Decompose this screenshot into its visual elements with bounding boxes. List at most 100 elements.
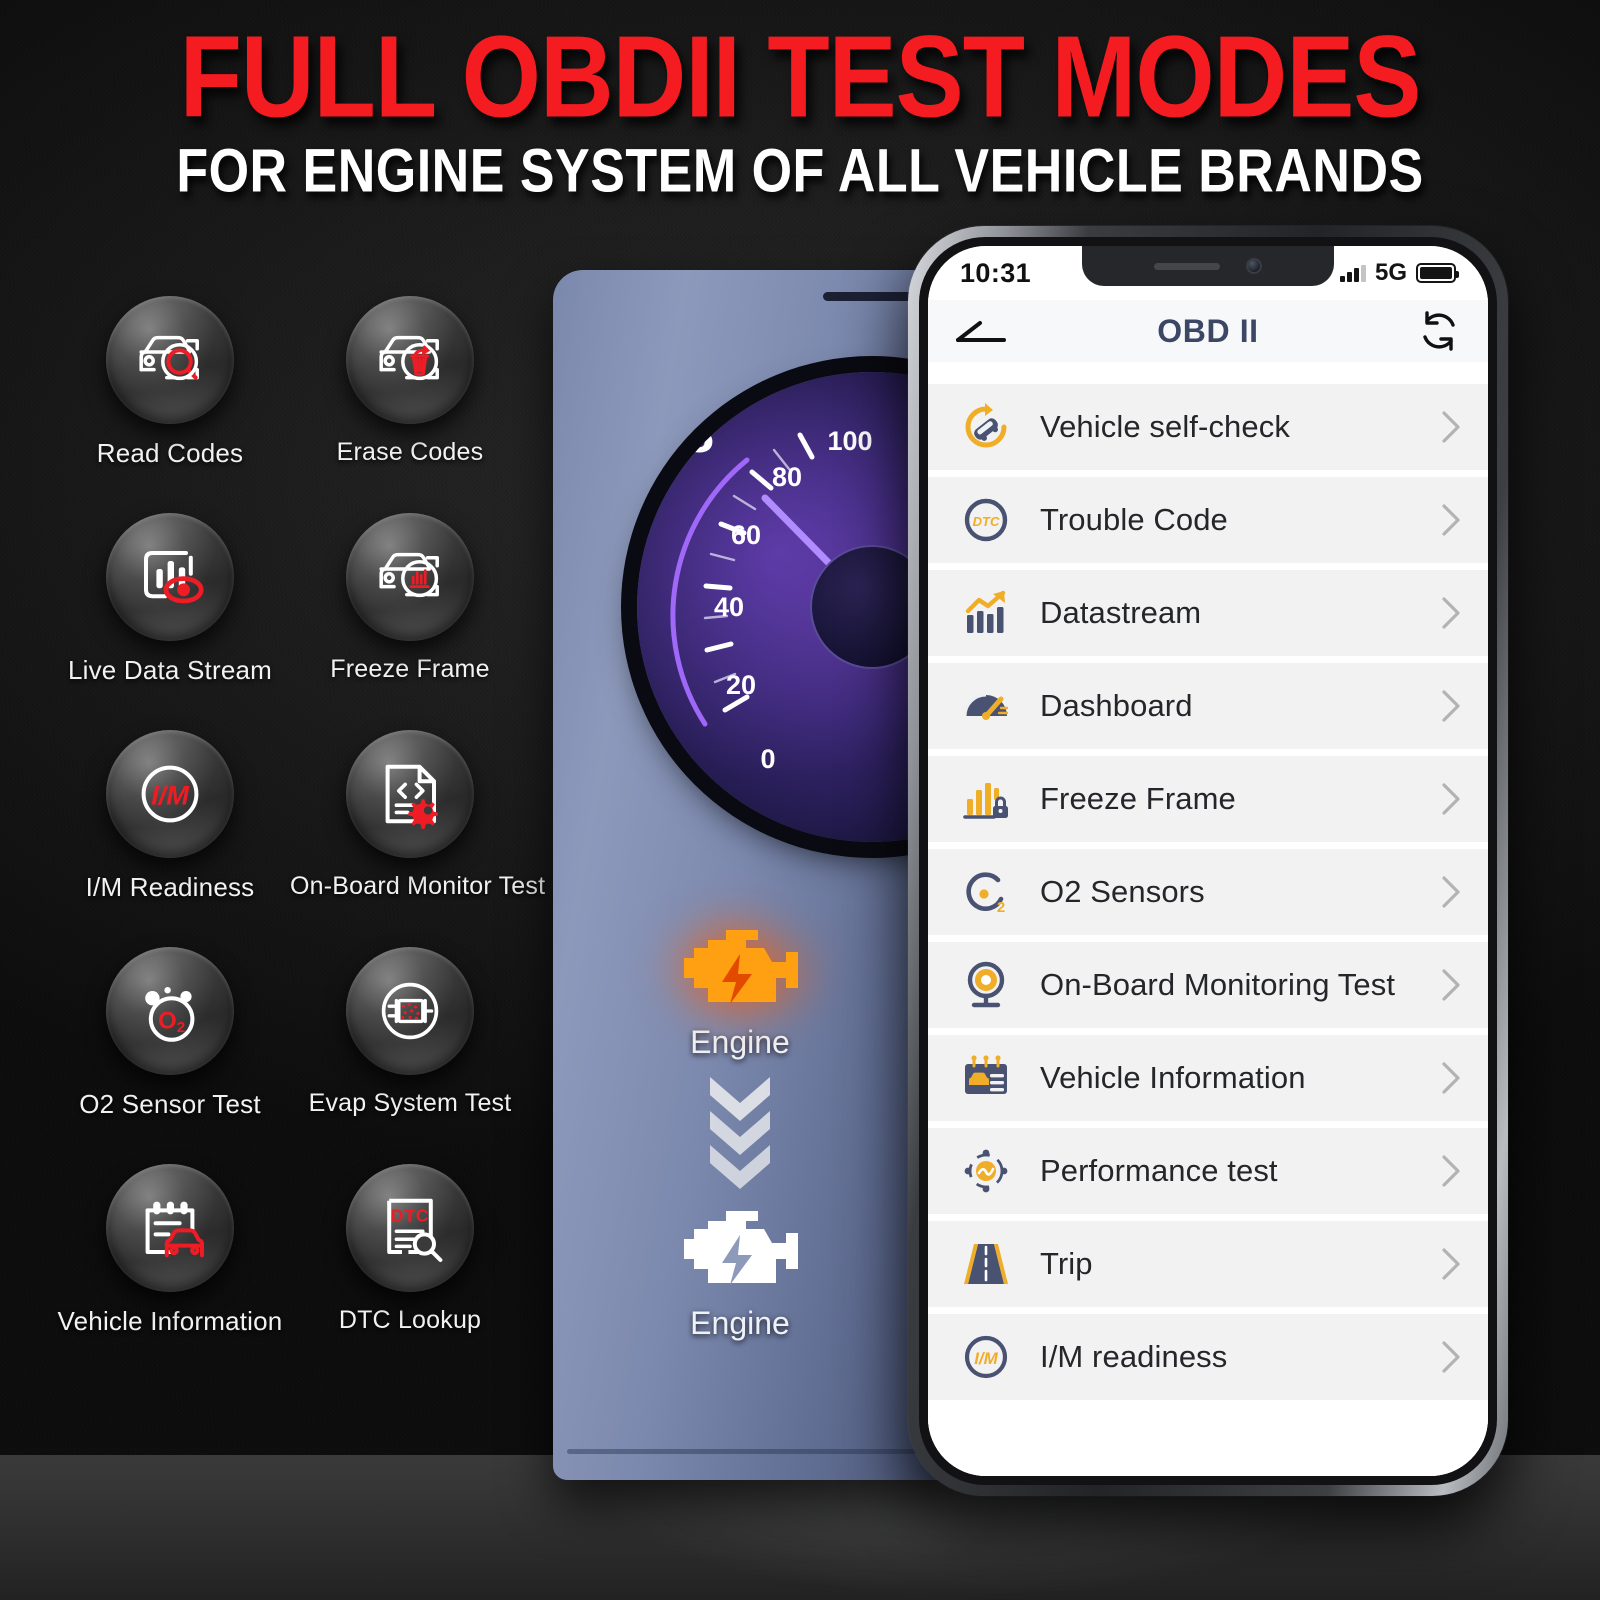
feature-live-data-stream[interactable]: Live Data Stream: [50, 513, 290, 686]
bar-chart-trend-icon: [965, 590, 1006, 633]
badge-circle: [106, 296, 234, 424]
list-bottom-spacer: [928, 1407, 1488, 1476]
list-item-o2-sensors[interactable]: 2 O2 Sensors: [928, 849, 1488, 935]
list-item-label: O2 Sensors: [1040, 874, 1205, 909]
page-subtitle: FOR ENGINE SYSTEM OF ALL VEHICLE BRANDS: [176, 137, 1424, 206]
gauge-tick-60: 60: [731, 520, 761, 550]
badge-circle: [346, 947, 474, 1075]
icon-wrap: I/M: [958, 1329, 1014, 1385]
list-item-onboard-monitoring-test[interactable]: On-Board Monitoring Test: [928, 942, 1488, 1028]
list-top-spacer: [928, 362, 1488, 384]
bar-chart-lock-icon: [963, 783, 1008, 819]
feature-o2-sensor-test[interactable]: O2 O2 Sensor Test: [50, 947, 290, 1120]
signal-bars-icon: [1340, 264, 1366, 282]
icon-wrap: [958, 771, 1014, 827]
car-refresh-icon: [965, 403, 1007, 448]
car-trash-icon: [379, 335, 439, 381]
check-engine-on-icon: [684, 930, 798, 1004]
dtc-circle-icon: DTC: [964, 498, 1008, 542]
gauge-tick-20: 20: [726, 670, 756, 700]
chevron-right-icon: [1442, 1248, 1460, 1280]
chevron-right-icon: [1442, 1062, 1460, 1094]
chevron-right-icon: [1442, 1155, 1460, 1187]
phone-device: 10:31 5G OBD II Vehicle self-check DTC T…: [908, 226, 1508, 1496]
gauge-tick-0: 0: [760, 744, 775, 774]
feature-row: Live Data Stream Freeze Frame: [50, 513, 530, 686]
list-item-label: Vehicle self-check: [1040, 409, 1290, 444]
list-item-performance-test[interactable]: Performance test: [928, 1128, 1488, 1214]
page-title: FULL OBDII TEST MODES: [179, 11, 1422, 142]
gauge-tick-40: 40: [714, 592, 744, 622]
earpiece-speaker: [1154, 262, 1220, 270]
list-item-datastream[interactable]: Datastream: [928, 570, 1488, 656]
list-item-label: Trip: [1040, 1246, 1093, 1281]
tablet-seam: [567, 1449, 939, 1454]
chevron-right-icon: [1442, 504, 1460, 536]
chevron-right-icon: [1442, 597, 1460, 629]
feature-row: O2 O2 Sensor Test Evap System Test: [50, 947, 530, 1120]
evap-canister-icon: [381, 982, 439, 1040]
icon-wrap: [958, 1236, 1014, 1292]
network-label: 5G: [1374, 259, 1407, 286]
im-readiness-icon: I/M: [964, 1335, 1008, 1379]
speedometer-icon: [963, 693, 1009, 720]
badge-circle: [346, 513, 474, 641]
list-item-label: I/M readiness: [1040, 1339, 1228, 1374]
feature-erase-codes[interactable]: Erase Codes: [290, 296, 530, 469]
badge-circle: I/M: [106, 730, 234, 858]
list-item-im-readiness[interactable]: I/M I/M readiness: [928, 1314, 1488, 1400]
engine-label-top: Engine: [690, 1024, 790, 1060]
feature-row: I/M I/M Readiness On-Board Monitor Test: [50, 730, 546, 903]
list-item-vehicle-self-check[interactable]: Vehicle self-check: [928, 384, 1488, 470]
code-document-gear-icon: [385, 764, 438, 829]
feature-label: On-Board Monitor Test: [290, 872, 546, 900]
car-card-icon: [965, 1055, 1007, 1094]
o2-bubble-icon: O2: [145, 987, 195, 1042]
app-nav-bar: OBD II: [928, 300, 1488, 362]
list-item-freeze-frame[interactable]: Freeze Frame: [928, 756, 1488, 842]
list-item-label: Trouble Code: [1040, 502, 1228, 537]
feature-label: I/M Readiness: [85, 872, 255, 902]
feature-row: Vehicle Information DTC DTC Lookup: [50, 1164, 530, 1337]
feature-read-codes[interactable]: Read Codes: [50, 296, 290, 469]
list-item-trouble-code[interactable]: DTC Trouble Code: [928, 477, 1488, 563]
feature-label: Live Data Stream: [67, 655, 273, 685]
status-indicators: 5G: [1340, 259, 1459, 287]
list-item-trip[interactable]: Trip: [928, 1221, 1488, 1307]
feature-evap-system-test[interactable]: Evap System Test: [290, 947, 530, 1120]
feature-label: Evap System Test: [308, 1089, 512, 1117]
car-magnifier-icon: [139, 335, 199, 381]
engine-status-flow: Engine Engine: [620, 920, 860, 1342]
feature-onboard-monitor-test[interactable]: On-Board Monitor Test: [290, 730, 546, 903]
chevron-down-triple-icon: [710, 1077, 770, 1189]
battery-fill: [1420, 267, 1452, 279]
list-item-label: Vehicle Information: [1040, 1060, 1306, 1095]
car-bars-icon: [379, 552, 439, 598]
feature-label: Erase Codes: [336, 438, 484, 466]
svg-text:I/M: I/M: [974, 1349, 998, 1368]
icon-wrap: DTC: [958, 492, 1014, 548]
icon-wrap: [958, 1143, 1014, 1199]
badge-circle: [106, 1164, 234, 1292]
feature-freeze-frame[interactable]: Freeze Frame: [290, 513, 530, 686]
svg-text:DTC: DTC: [391, 1206, 430, 1226]
feature-im-readiness[interactable]: I/M I/M Readiness: [50, 730, 290, 903]
icon-wrap: [958, 678, 1014, 734]
phone-screen: 10:31 5G OBD II Vehicle self-check DTC T…: [928, 246, 1488, 1476]
icon-wrap: [958, 1050, 1014, 1106]
list-item-dashboard[interactable]: Dashboard: [928, 663, 1488, 749]
list-item-label: On-Board Monitoring Test: [1040, 967, 1396, 1002]
gauge-tick-100: 100: [827, 426, 872, 456]
list-item-vehicle-information[interactable]: Vehicle Information: [928, 1035, 1488, 1121]
monitor-lamp-icon: [967, 961, 1005, 1008]
battery-full-icon: [1416, 263, 1459, 283]
feature-dtc-lookup[interactable]: DTC DTC Lookup: [290, 1164, 530, 1337]
check-engine-off-icon: [684, 1211, 798, 1285]
check-engine-lamp-icon: [642, 377, 699, 413]
icon-wrap: [958, 585, 1014, 641]
feature-vehicle-information[interactable]: Vehicle Information: [50, 1164, 290, 1337]
svg-text:DTC: DTC: [973, 514, 1000, 529]
svg-text:2: 2: [997, 899, 1005, 916]
list-item-label: Freeze Frame: [1040, 781, 1236, 816]
status-time: 10:31: [960, 257, 1032, 288]
